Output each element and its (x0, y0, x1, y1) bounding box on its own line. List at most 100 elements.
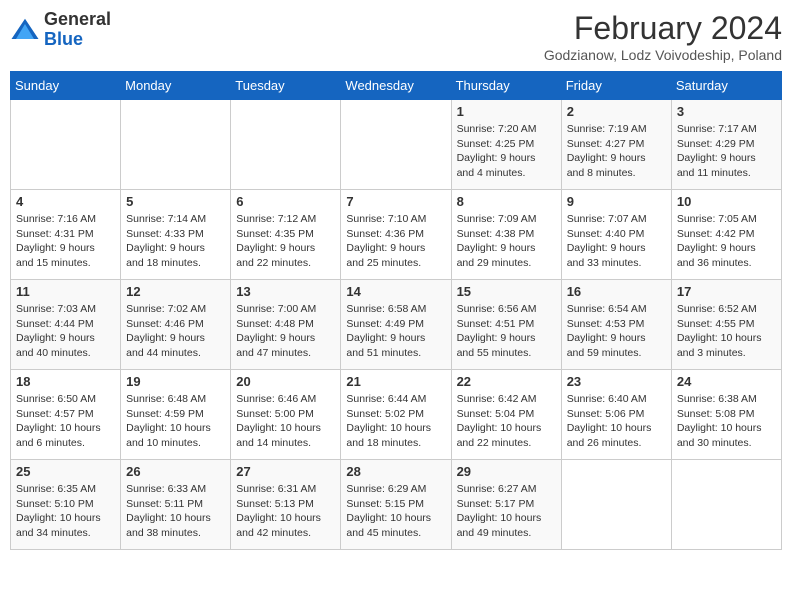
calendar-cell: 29Sunrise: 6:27 AM Sunset: 5:17 PM Dayli… (451, 460, 561, 550)
calendar-cell: 11 Sunrise: 7:03 AM Sunset: 4:44 PM Dayli… (11, 280, 121, 370)
header: General Blue February 2024 Godzianow, Lo… (10, 10, 782, 63)
weekday-header-tuesday: Tuesday (231, 72, 341, 100)
day-info: Sunrise: 6:35 AM Sunset: 5:10 PM Dayligh… (16, 482, 115, 541)
day-number: 10 (677, 194, 776, 209)
calendar-cell: 10 Sunrise: 7:05 AM Sunset: 4:42 PM Dayli… (671, 190, 781, 280)
calendar-cell: 15Sunrise: 6:56 AM Sunset: 4:51 PM Dayli… (451, 280, 561, 370)
calendar-cell: 23 Sunrise: 6:40 AM Sunset: 5:06 PM Dayli… (561, 370, 671, 460)
day-info: Sunrise: 6:54 AM Sunset: 4:53 PM Dayligh… (567, 302, 666, 361)
calendar-cell (341, 100, 451, 190)
week-row-4: 18Sunrise: 6:50 AM Sunset: 4:57 PM Dayli… (11, 370, 782, 460)
calendar-cell (121, 100, 231, 190)
calendar-cell: 28 Sunrise: 6:29 AM Sunset: 5:15 PM Dayli… (341, 460, 451, 550)
calendar-cell: 1 Sunrise: 7:20 AM Sunset: 4:25 PM Daylig… (451, 100, 561, 190)
weekday-header-wednesday: Wednesday (341, 72, 451, 100)
day-info: Sunrise: 6:42 AM Sunset: 5:04 PM Dayligh… (457, 392, 556, 451)
day-info: Sunrise: 6:50 AM Sunset: 4:57 PM Dayligh… (16, 392, 115, 451)
calendar-cell: 4Sunrise: 7:16 AM Sunset: 4:31 PM Daylig… (11, 190, 121, 280)
day-info: Sunrise: 7:09 AM Sunset: 4:38 PM Dayligh… (457, 212, 556, 271)
day-info: Sunrise: 7:12 AM Sunset: 4:35 PM Dayligh… (236, 212, 335, 271)
day-number: 22 (457, 374, 556, 389)
day-number: 7 (346, 194, 445, 209)
calendar-table: SundayMondayTuesdayWednesdayThursdayFrid… (10, 71, 782, 550)
day-info: Sunrise: 7:10 AM Sunset: 4:36 PM Dayligh… (346, 212, 445, 271)
day-number: 11 (16, 284, 115, 299)
day-info: Sunrise: 7:07 AM Sunset: 4:40 PM Dayligh… (567, 212, 666, 271)
logo-text: General Blue (44, 10, 111, 50)
day-info: Sunrise: 7:14 AM Sunset: 4:33 PM Dayligh… (126, 212, 225, 271)
day-number: 20 (236, 374, 335, 389)
calendar-cell: 26 Sunrise: 6:33 AM Sunset: 5:11 PM Dayli… (121, 460, 231, 550)
weekday-header-thursday: Thursday (451, 72, 561, 100)
calendar-cell: 2 Sunrise: 7:19 AM Sunset: 4:27 PM Daylig… (561, 100, 671, 190)
day-info: Sunrise: 7:17 AM Sunset: 4:29 PM Dayligh… (677, 122, 776, 181)
week-row-1: 1 Sunrise: 7:20 AM Sunset: 4:25 PM Daylig… (11, 100, 782, 190)
day-number: 27 (236, 464, 335, 479)
day-number: 19 (126, 374, 225, 389)
calendar-cell: 24 Sunrise: 6:38 AM Sunset: 5:08 PM Dayli… (671, 370, 781, 460)
calendar-cell: 21Sunrise: 6:44 AM Sunset: 5:02 PM Dayli… (341, 370, 451, 460)
calendar-cell: 19Sunrise: 6:48 AM Sunset: 4:59 PM Dayli… (121, 370, 231, 460)
day-number: 24 (677, 374, 776, 389)
day-info: Sunrise: 6:52 AM Sunset: 4:55 PM Dayligh… (677, 302, 776, 361)
day-number: 13 (236, 284, 335, 299)
day-number: 5 (126, 194, 225, 209)
day-info: Sunrise: 7:19 AM Sunset: 4:27 PM Dayligh… (567, 122, 666, 181)
day-number: 1 (457, 104, 556, 119)
day-info: Sunrise: 7:02 AM Sunset: 4:46 PM Dayligh… (126, 302, 225, 361)
title-area: February 2024 Godzianow, Lodz Voivodeshi… (544, 10, 782, 63)
calendar-cell (671, 460, 781, 550)
day-info: Sunrise: 6:31 AM Sunset: 5:13 PM Dayligh… (236, 482, 335, 541)
calendar-cell: 12Sunrise: 7:02 AM Sunset: 4:46 PM Dayli… (121, 280, 231, 370)
logo: General Blue (10, 10, 111, 50)
calendar-cell: 27 Sunrise: 6:31 AM Sunset: 5:13 PM Dayli… (231, 460, 341, 550)
calendar-cell: 17Sunrise: 6:52 AM Sunset: 4:55 PM Dayli… (671, 280, 781, 370)
day-number: 25 (16, 464, 115, 479)
week-row-5: 25 Sunrise: 6:35 AM Sunset: 5:10 PM Dayli… (11, 460, 782, 550)
calendar-cell: 22 Sunrise: 6:42 AM Sunset: 5:04 PM Dayli… (451, 370, 561, 460)
day-number: 8 (457, 194, 556, 209)
weekday-header-sunday: Sunday (11, 72, 121, 100)
calendar-cell (561, 460, 671, 550)
day-info: Sunrise: 6:58 AM Sunset: 4:49 PM Dayligh… (346, 302, 445, 361)
calendar-cell: 18Sunrise: 6:50 AM Sunset: 4:57 PM Dayli… (11, 370, 121, 460)
day-number: 4 (16, 194, 115, 209)
day-info: Sunrise: 7:00 AM Sunset: 4:48 PM Dayligh… (236, 302, 335, 361)
day-info: Sunrise: 6:38 AM Sunset: 5:08 PM Dayligh… (677, 392, 776, 451)
calendar-cell: 20 Sunrise: 6:46 AM Sunset: 5:00 PM Dayli… (231, 370, 341, 460)
day-info: Sunrise: 6:56 AM Sunset: 4:51 PM Dayligh… (457, 302, 556, 361)
calendar-cell: 16 Sunrise: 6:54 AM Sunset: 4:53 PM Dayli… (561, 280, 671, 370)
weekday-header-friday: Friday (561, 72, 671, 100)
calendar-cell (231, 100, 341, 190)
day-number: 3 (677, 104, 776, 119)
day-info: Sunrise: 6:40 AM Sunset: 5:06 PM Dayligh… (567, 392, 666, 451)
day-number: 14 (346, 284, 445, 299)
week-row-2: 4Sunrise: 7:16 AM Sunset: 4:31 PM Daylig… (11, 190, 782, 280)
weekday-header-row: SundayMondayTuesdayWednesdayThursdayFrid… (11, 72, 782, 100)
location-subtitle: Godzianow, Lodz Voivodeship, Poland (544, 47, 782, 63)
day-number: 26 (126, 464, 225, 479)
day-number: 23 (567, 374, 666, 389)
calendar-cell: 7 Sunrise: 7:10 AM Sunset: 4:36 PM Daylig… (341, 190, 451, 280)
day-info: Sunrise: 7:03 AM Sunset: 4:44 PM Dayligh… (16, 302, 115, 361)
day-number: 16 (567, 284, 666, 299)
day-number: 9 (567, 194, 666, 209)
day-info: Sunrise: 7:20 AM Sunset: 4:25 PM Dayligh… (457, 122, 556, 181)
calendar-cell (11, 100, 121, 190)
calendar-cell: 13 Sunrise: 7:00 AM Sunset: 4:48 PM Dayli… (231, 280, 341, 370)
day-info: Sunrise: 6:46 AM Sunset: 5:00 PM Dayligh… (236, 392, 335, 451)
calendar-cell: 6Sunrise: 7:12 AM Sunset: 4:35 PM Daylig… (231, 190, 341, 280)
calendar-cell: 14 Sunrise: 6:58 AM Sunset: 4:49 PM Dayli… (341, 280, 451, 370)
weekday-header-saturday: Saturday (671, 72, 781, 100)
day-info: Sunrise: 6:33 AM Sunset: 5:11 PM Dayligh… (126, 482, 225, 541)
calendar-cell: 5 Sunrise: 7:14 AM Sunset: 4:33 PM Daylig… (121, 190, 231, 280)
day-number: 2 (567, 104, 666, 119)
calendar-cell: 25 Sunrise: 6:35 AM Sunset: 5:10 PM Dayli… (11, 460, 121, 550)
day-number: 21 (346, 374, 445, 389)
calendar-cell: 3 Sunrise: 7:17 AM Sunset: 4:29 PM Daylig… (671, 100, 781, 190)
day-info: Sunrise: 6:29 AM Sunset: 5:15 PM Dayligh… (346, 482, 445, 541)
week-row-3: 11 Sunrise: 7:03 AM Sunset: 4:44 PM Dayli… (11, 280, 782, 370)
calendar-cell: 8 Sunrise: 7:09 AM Sunset: 4:38 PM Daylig… (451, 190, 561, 280)
day-number: 28 (346, 464, 445, 479)
day-info: Sunrise: 7:05 AM Sunset: 4:42 PM Dayligh… (677, 212, 776, 271)
